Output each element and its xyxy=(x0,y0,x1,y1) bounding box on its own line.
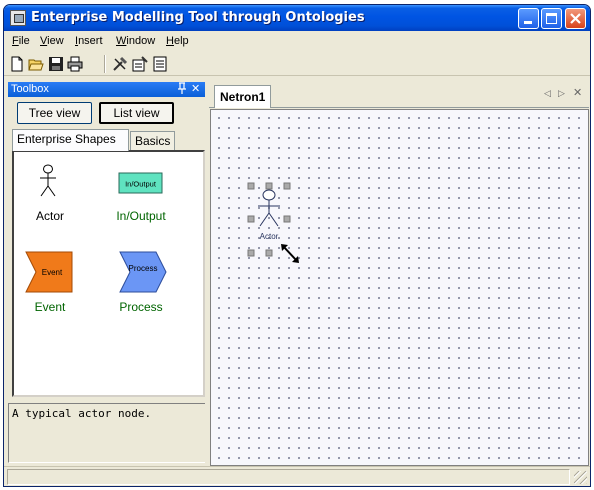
process-label: Process xyxy=(119,300,163,314)
io-shape[interactable]: In/Output xyxy=(118,168,164,198)
resize-cursor-icon xyxy=(281,244,299,263)
status-bar xyxy=(4,466,590,486)
document-icon[interactable] xyxy=(152,56,168,72)
minimize-button[interactable] xyxy=(518,8,539,29)
new-icon[interactable] xyxy=(9,56,25,72)
event-shape[interactable]: Event xyxy=(24,250,74,294)
menu-insert[interactable]: Insert xyxy=(75,35,103,47)
toolbar-separator xyxy=(104,55,106,73)
process-shape[interactable]: Process xyxy=(118,250,168,294)
pin-icon[interactable] xyxy=(177,82,187,95)
close-button[interactable] xyxy=(565,8,586,29)
title-bar[interactable]: Enterprise Modelling Tool through Ontolo… xyxy=(4,5,590,31)
actor-label: Actor xyxy=(35,209,64,223)
open-icon[interactable] xyxy=(28,56,44,72)
toolbox-close-icon[interactable]: ✕ xyxy=(191,82,200,95)
print-icon[interactable] xyxy=(67,56,83,72)
tab-enterprise-shapes[interactable]: Enterprise Shapes xyxy=(12,129,129,151)
maximize-button[interactable] xyxy=(541,8,562,29)
minimize-icon xyxy=(524,21,532,24)
maximize-icon xyxy=(546,13,557,24)
description-panel: A typical actor node. xyxy=(8,403,207,463)
list-view-button[interactable]: List view xyxy=(99,102,174,124)
scroll-right-icon[interactable]: ▷ xyxy=(558,88,565,99)
io-label: In/Output xyxy=(116,209,166,223)
menu-view[interactable]: View xyxy=(40,35,64,47)
description-text: A typical actor node. xyxy=(12,407,152,420)
app-icon[interactable] xyxy=(10,10,26,26)
toolbox-header: Toolbox ✕ xyxy=(8,82,205,97)
toolbar xyxy=(4,52,590,76)
io-shape-text: In/Output xyxy=(125,180,157,189)
process-shape-text: Process xyxy=(129,264,158,273)
tab-netron1[interactable]: Netron1 xyxy=(214,85,272,108)
tools-icon[interactable] xyxy=(112,56,128,72)
canvas-shapes xyxy=(247,182,299,263)
resize-grip-icon[interactable] xyxy=(574,471,587,484)
toolbox-title: Toolbox xyxy=(11,83,49,95)
menu-window[interactable]: Window xyxy=(116,35,155,47)
tab-basics[interactable]: Basics xyxy=(130,131,175,150)
event-label: Event xyxy=(34,300,66,314)
menu-help[interactable]: Help xyxy=(166,35,189,47)
document-close-icon[interactable]: ✕ xyxy=(573,86,582,99)
shapes-panel: Actor In/Output In/Output Event Event Pr… xyxy=(12,150,205,397)
menu-file[interactable]: File xyxy=(12,35,30,47)
app-window: Enterprise Modelling Tool through Ontolo… xyxy=(3,4,591,487)
scroll-left-icon[interactable]: ◁ xyxy=(544,88,551,99)
document-tab-strip: Netron1 ◁ ▷ ✕ xyxy=(209,82,589,108)
save-icon[interactable] xyxy=(48,56,64,72)
event-shape-text: Event xyxy=(42,268,63,277)
diagram-canvas[interactable]: Actor xyxy=(210,109,589,466)
menu-bar: File View Insert Window Help xyxy=(4,32,590,51)
status-panel xyxy=(7,469,570,485)
actor-shape[interactable] xyxy=(36,164,60,198)
window-title: Enterprise Modelling Tool through Ontolo… xyxy=(31,10,365,25)
canvas-actor-label: Actor xyxy=(259,232,279,241)
close-icon xyxy=(570,13,581,24)
tree-view-button[interactable]: Tree view xyxy=(17,102,92,124)
properties-icon[interactable] xyxy=(132,56,148,72)
